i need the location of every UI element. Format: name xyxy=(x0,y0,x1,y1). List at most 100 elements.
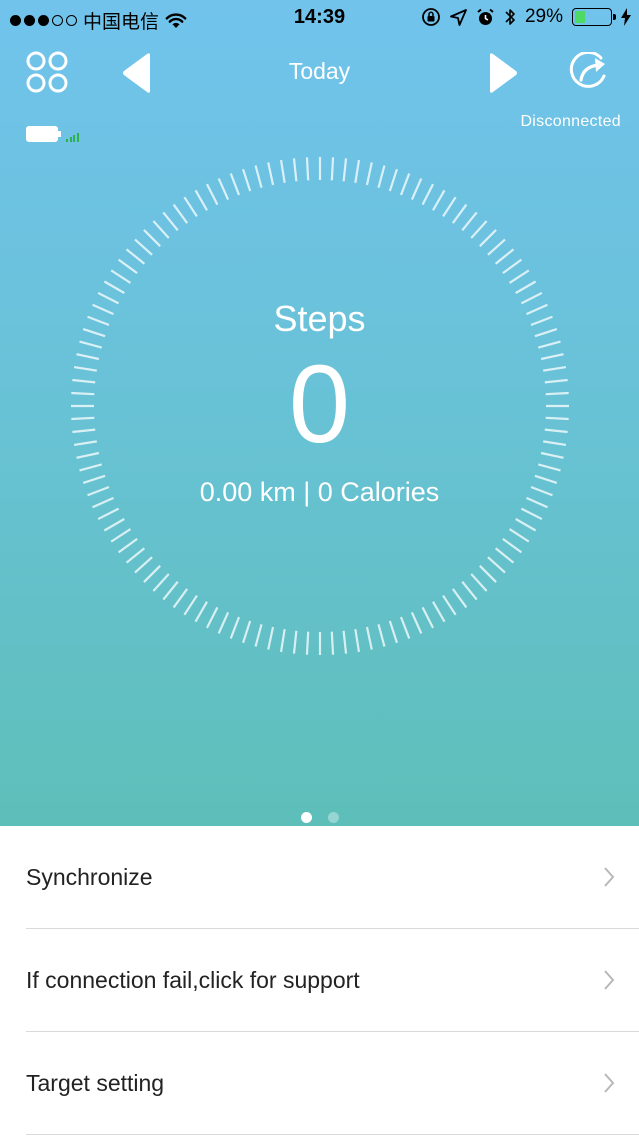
dial-tick xyxy=(162,580,179,601)
dial-tick xyxy=(410,178,423,200)
dial-tick xyxy=(103,280,125,294)
alarm-clock-icon xyxy=(477,8,494,25)
dial-tick xyxy=(494,248,515,265)
next-day-icon[interactable] xyxy=(486,52,520,94)
dial-tick xyxy=(229,616,241,639)
dial-tick xyxy=(508,528,530,543)
dial-tick xyxy=(134,556,153,574)
dial-tick xyxy=(388,620,398,644)
divider xyxy=(26,1134,639,1135)
dial-tick xyxy=(79,340,102,349)
dial-tick xyxy=(194,601,208,623)
dial-tick xyxy=(399,616,411,639)
dial-tick xyxy=(267,626,275,650)
dial-tick xyxy=(183,594,198,616)
dial-tick xyxy=(451,588,468,609)
bluetooth-icon xyxy=(505,9,515,25)
dial-tick xyxy=(365,626,373,650)
chevron-right-icon xyxy=(604,1073,615,1093)
battery-percent: 29% xyxy=(524,6,563,27)
menu-item-target-setting[interactable]: Target setting xyxy=(0,1032,639,1135)
dial-tick xyxy=(487,238,506,256)
dial-tick xyxy=(470,573,488,592)
dial-tick xyxy=(79,463,102,472)
dial-tick xyxy=(152,220,170,239)
dial-tick xyxy=(461,211,478,232)
dial-tick xyxy=(508,269,530,284)
status-bar: 中国电信 14:39 29% xyxy=(0,0,639,38)
charging-bolt-icon xyxy=(621,8,631,26)
dial-tick xyxy=(388,168,398,192)
steps-label: Steps xyxy=(273,298,366,339)
dial-tick xyxy=(442,196,457,218)
dial-tick xyxy=(502,258,523,275)
dial-tick xyxy=(470,220,488,239)
settings-list: Synchronize If connection fail,click for… xyxy=(0,826,639,1135)
dial-tick xyxy=(494,547,515,564)
dial-tick xyxy=(143,565,161,583)
dial-tick xyxy=(461,580,478,601)
dial-tick xyxy=(217,178,230,200)
dial-tick xyxy=(267,162,275,186)
dial-tick xyxy=(143,229,161,247)
dial-tick xyxy=(183,196,198,218)
dial-tick xyxy=(279,629,286,653)
connection-status: Disconnected xyxy=(520,113,621,130)
dial-tick xyxy=(162,211,179,232)
page-dot[interactable] xyxy=(327,812,339,823)
dial-tick xyxy=(217,612,230,634)
dial-tick xyxy=(110,269,132,284)
dial-tick xyxy=(538,463,561,472)
menu-item-label: If connection fail,click for support xyxy=(26,967,360,993)
dial-tick xyxy=(479,565,497,583)
dial-tick xyxy=(117,258,138,275)
page-dot[interactable] xyxy=(300,812,312,823)
chevron-right-icon xyxy=(604,970,615,990)
dial-tick xyxy=(487,556,506,574)
distance-calories: 0.00 km | 0 Calories xyxy=(199,477,440,507)
page-title: Today xyxy=(288,58,351,84)
page-indicator[interactable] xyxy=(0,812,639,823)
dial-tick xyxy=(194,189,208,211)
dial-tick xyxy=(172,203,189,224)
dial-tick xyxy=(342,630,348,654)
dial-tick xyxy=(305,157,310,181)
dial-tick xyxy=(354,629,361,653)
dial-tick xyxy=(354,159,361,183)
menu-item-label: Synchronize xyxy=(26,864,153,890)
dial-tick xyxy=(205,606,219,629)
dial-tick xyxy=(377,624,386,647)
dial-tick xyxy=(502,537,523,554)
dial-tick xyxy=(410,612,423,634)
dial-tick xyxy=(292,630,298,654)
device-status xyxy=(26,126,79,142)
dial-tick xyxy=(538,340,561,349)
dial-tick xyxy=(205,183,219,206)
steps-value: 0 xyxy=(288,343,351,466)
dial-tick xyxy=(97,507,120,521)
menu-item-connection-support[interactable]: If connection fail,click for support xyxy=(0,929,639,1032)
battery-icon xyxy=(572,8,616,26)
dial-tick xyxy=(110,528,132,543)
dial-tick xyxy=(125,547,146,564)
dial-tick xyxy=(442,594,457,616)
dial-tick xyxy=(342,158,348,182)
dial-tick xyxy=(279,159,286,183)
dial-tick xyxy=(515,518,537,532)
dial-tick xyxy=(305,631,310,655)
dial-tick xyxy=(292,158,298,182)
dial-tick xyxy=(103,518,125,532)
dial-tick xyxy=(242,168,252,192)
dial-tick xyxy=(152,573,170,592)
dial-tick xyxy=(479,229,497,247)
share-icon[interactable] xyxy=(568,52,612,92)
device-signal-icon xyxy=(66,132,79,142)
menu-item-synchronize[interactable]: Synchronize xyxy=(0,826,639,929)
dial-tick xyxy=(254,165,263,188)
dial-tick xyxy=(117,537,138,554)
battery-fill xyxy=(575,11,585,23)
dial-tick xyxy=(520,507,543,521)
dial-tick xyxy=(421,183,435,206)
location-arrow-icon xyxy=(450,8,467,26)
chevron-right-icon xyxy=(604,867,615,887)
